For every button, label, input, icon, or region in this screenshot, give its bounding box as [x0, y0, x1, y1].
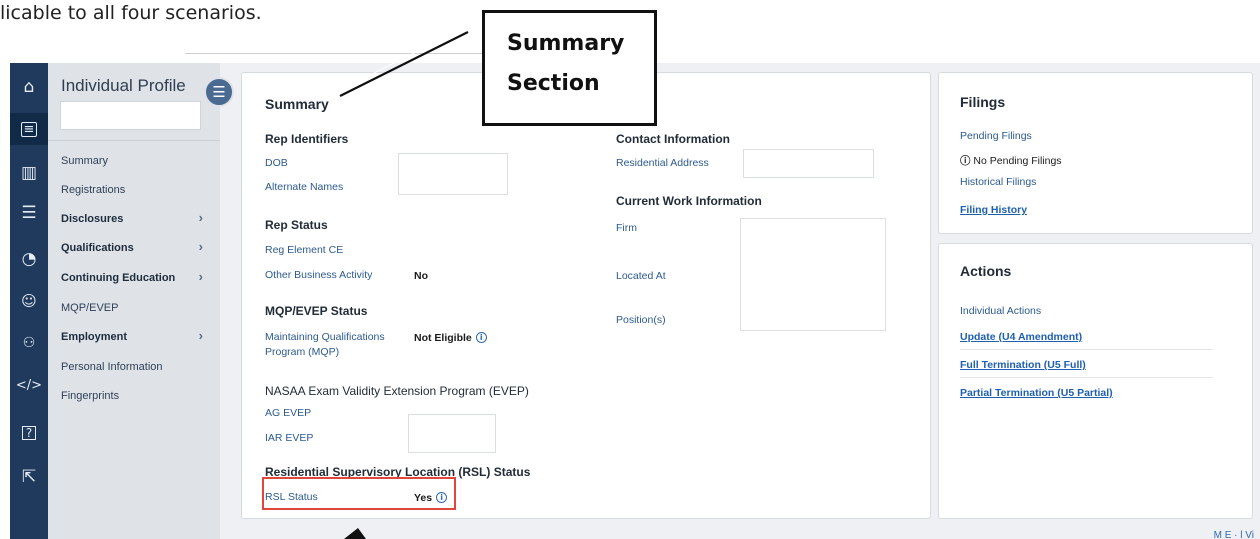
users-icon[interactable]: ⚇	[10, 327, 48, 359]
iar-evep-label: IAR EVEP	[265, 432, 314, 444]
code-icon[interactable]: </>	[10, 369, 48, 401]
summary-card: Summary Rep Identifiers DOB Alternate Na…	[241, 72, 931, 519]
sidebar-item-label: Summary	[61, 155, 109, 167]
chevron-right-icon: ›	[198, 328, 203, 343]
sidebar-item-registrations[interactable]: Registrations	[61, 179, 211, 201]
actions-title: Actions	[960, 263, 1012, 279]
sidebar-item-continuing-education[interactable]: Continuing Education ›	[61, 267, 211, 289]
reg-element-ce-label: Reg Element CE	[265, 244, 344, 256]
nasaa-evep-heading: NASAA Exam Validity Extension Program (E…	[265, 384, 529, 398]
individual-name-field	[60, 101, 201, 130]
pending-filings-label: Pending Filings	[960, 130, 1032, 142]
library-icon[interactable]: ▥	[10, 157, 48, 189]
sidebar-item-label: Qualifications	[61, 242, 134, 254]
dob-label: DOB	[265, 157, 288, 169]
chevron-right-icon: ›	[198, 210, 203, 225]
actions-divider	[960, 349, 1213, 350]
sidebar-item-qualifications[interactable]: Qualifications ›	[61, 237, 211, 259]
work-value-box	[740, 218, 886, 331]
filings-title: Filings	[960, 94, 1006, 110]
sidebar-item-personal-information[interactable]: Personal Information	[61, 356, 211, 378]
menu-icon: ☰	[212, 84, 226, 101]
evep-value-box	[408, 414, 496, 453]
help-icon[interactable]: ?	[10, 417, 48, 449]
sidebar-item-label: Continuing Education	[61, 272, 176, 284]
info-icon[interactable]: i	[475, 332, 487, 343]
alternate-names-label: Alternate Names	[265, 181, 344, 193]
sidenav-title: Individual Profile	[61, 76, 186, 95]
mqp-value: Not Eligible i	[414, 332, 487, 344]
partial-termination-link[interactable]: Partial Termination (U5 Partial)	[960, 387, 1113, 399]
callout-line-2: Section	[507, 71, 600, 96]
checklist-icon[interactable]: ☰	[10, 197, 48, 229]
chevron-right-icon: ›	[198, 269, 203, 284]
sidebar-item-label: Registrations	[61, 184, 126, 196]
historical-filings-label: Historical Filings	[960, 176, 1037, 188]
update-u4-amendment-link[interactable]: Update (U4 Amendment)	[960, 331, 1082, 343]
actions-divider	[960, 377, 1213, 378]
header-divider	[185, 53, 485, 54]
actions-card: Actions Individual Actions Update (U4 Am…	[938, 243, 1253, 519]
footer-link[interactable]: M E · l Vi	[1214, 530, 1254, 539]
contact-information-heading: Contact Information	[616, 132, 730, 146]
rep-identifiers-heading: Rep Identifiers	[265, 132, 349, 146]
sidebar-item-label: MQP/EVEP	[61, 302, 119, 314]
sidebar-item-label: Fingerprints	[61, 390, 120, 402]
side-navigation: Individual Profile Summary Registrations D…	[48, 63, 220, 539]
filings-card: Filings Pending Filings ⓘ No Pending Fil…	[938, 72, 1253, 234]
sidebar-item-disclosures[interactable]: Disclosures ›	[61, 208, 211, 230]
home-icon[interactable]: ⌂	[10, 71, 48, 103]
sidebar-item-mqp-evep[interactable]: MQP/EVEP	[61, 297, 211, 319]
summary-section-callout: Summary Section	[482, 10, 657, 126]
located-at-label: Located At	[616, 270, 666, 282]
firm-label: Firm	[616, 222, 637, 234]
full-termination-link[interactable]: Full Termination (U5 Full)	[960, 359, 1086, 371]
sidebar-item-label: Personal Information	[61, 361, 163, 373]
menu-toggle-button[interactable]: ☰	[204, 77, 234, 107]
address-value-box	[743, 149, 874, 178]
id-card-icon[interactable]: ≡	[10, 113, 48, 145]
chevron-right-icon: ›	[198, 239, 203, 254]
alert-circle-icon: ⓘ	[960, 155, 974, 167]
sidebar-item-label: Employment	[61, 331, 128, 343]
sidebar-item-employment[interactable]: Employment ›	[61, 326, 211, 348]
sidebar-item-label: Disclosures	[61, 213, 124, 225]
sidebar-item-fingerprints[interactable]: Fingerprints	[61, 385, 211, 407]
summary-title: Summary	[265, 96, 329, 112]
external-link-icon[interactable]: ⇱	[10, 461, 48, 493]
page-header-text: licable to all four scenarios.	[0, 2, 262, 24]
filing-history-link[interactable]: Filing History	[960, 204, 1027, 216]
identifier-value-box	[398, 153, 508, 195]
app-window: ⌂ ≡ ▥ ☰ ◔ ☺ ⚇ </> ? ⇱ Individual Profile…	[10, 63, 1260, 539]
sidebar-item-summary[interactable]: Summary	[61, 150, 211, 172]
residential-address-label: Residential Address	[616, 157, 709, 169]
icon-rail: ⌂ ≡ ▥ ☰ ◔ ☺ ⚇ </> ? ⇱	[10, 63, 48, 539]
mqp-label: Maintaining Qualifications Program (MQP)	[265, 331, 385, 358]
positions-label: Position(s)	[616, 314, 666, 326]
pending-status-text: No Pending Filings	[973, 155, 1062, 167]
current-work-heading: Current Work Information	[616, 194, 762, 208]
individual-actions-label: Individual Actions	[960, 305, 1042, 317]
mqp-value-text: Not Eligible	[414, 332, 472, 344]
chart-pie-icon[interactable]: ◔	[10, 243, 48, 275]
screenshot-root: licable to all four scenarios. ⌂ ≡ ▥ ☰ ◔…	[0, 0, 1260, 539]
rsl-status-highlight	[262, 477, 456, 510]
pending-status: ⓘ No Pending Filings	[960, 153, 1062, 168]
other-business-activity-value: No	[414, 270, 428, 282]
callout-line-1: Summary	[507, 31, 625, 56]
ag-evep-label: AG EVEP	[265, 407, 312, 419]
rep-status-heading: Rep Status	[265, 218, 328, 232]
other-business-activity-label: Other Business Activity	[265, 269, 373, 281]
mqp-evep-status-heading: MQP/EVEP Status	[265, 304, 368, 318]
sidenav-divider	[48, 140, 220, 141]
user-gear-icon[interactable]: ☺	[10, 285, 48, 317]
